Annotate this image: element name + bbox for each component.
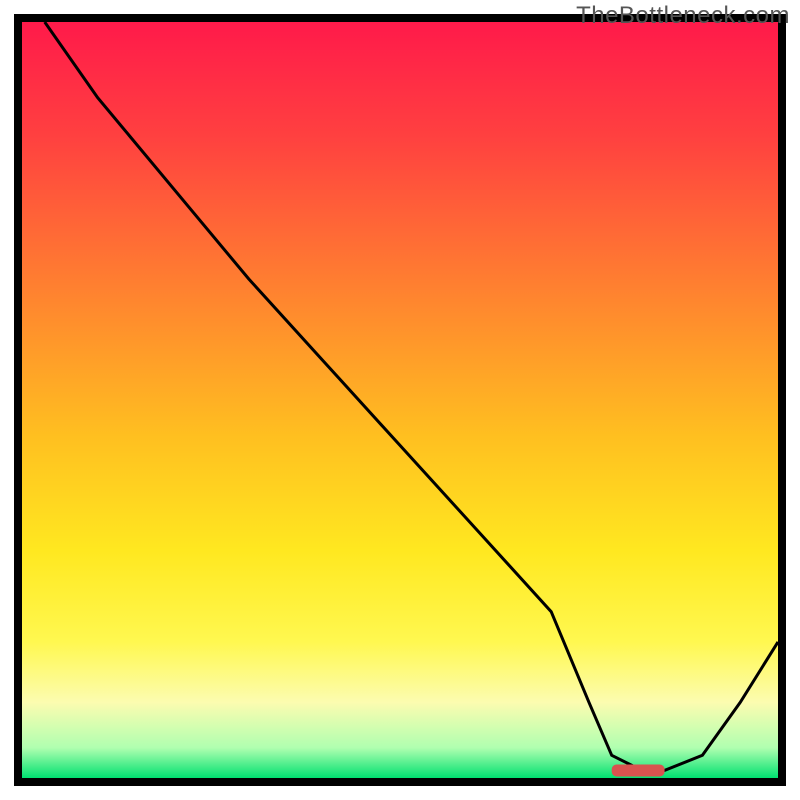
watermark-text: TheBottleneck.com: [576, 2, 790, 30]
chart-svg: [0, 0, 800, 800]
optimal-range-marker: [612, 764, 665, 776]
bottleneck-chart: TheBottleneck.com: [0, 0, 800, 800]
plot-background: [22, 22, 778, 778]
